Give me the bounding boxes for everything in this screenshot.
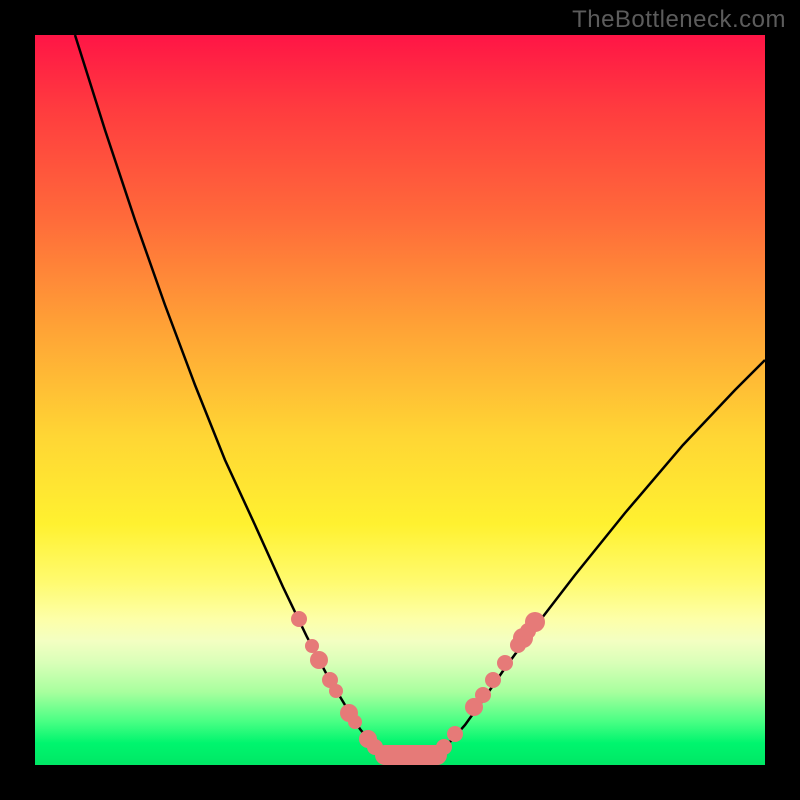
marker-dot <box>310 651 328 669</box>
markers-right <box>436 612 545 755</box>
marker-dot <box>447 726 463 742</box>
curve-left <box>75 35 383 755</box>
marker-dot <box>348 715 362 729</box>
marker-dot <box>329 684 343 698</box>
marker-dot <box>525 612 545 632</box>
watermark-text: TheBottleneck.com <box>572 6 786 34</box>
marker-dot <box>497 655 513 671</box>
marker-dot <box>305 639 319 653</box>
marker-dot <box>475 687 491 703</box>
bottom-pill <box>375 745 447 765</box>
marker-dot <box>291 611 307 627</box>
marker-dot <box>485 672 501 688</box>
curve-svg <box>35 35 765 765</box>
chart-frame: TheBottleneck.com <box>0 0 800 800</box>
plot-area <box>35 35 765 765</box>
